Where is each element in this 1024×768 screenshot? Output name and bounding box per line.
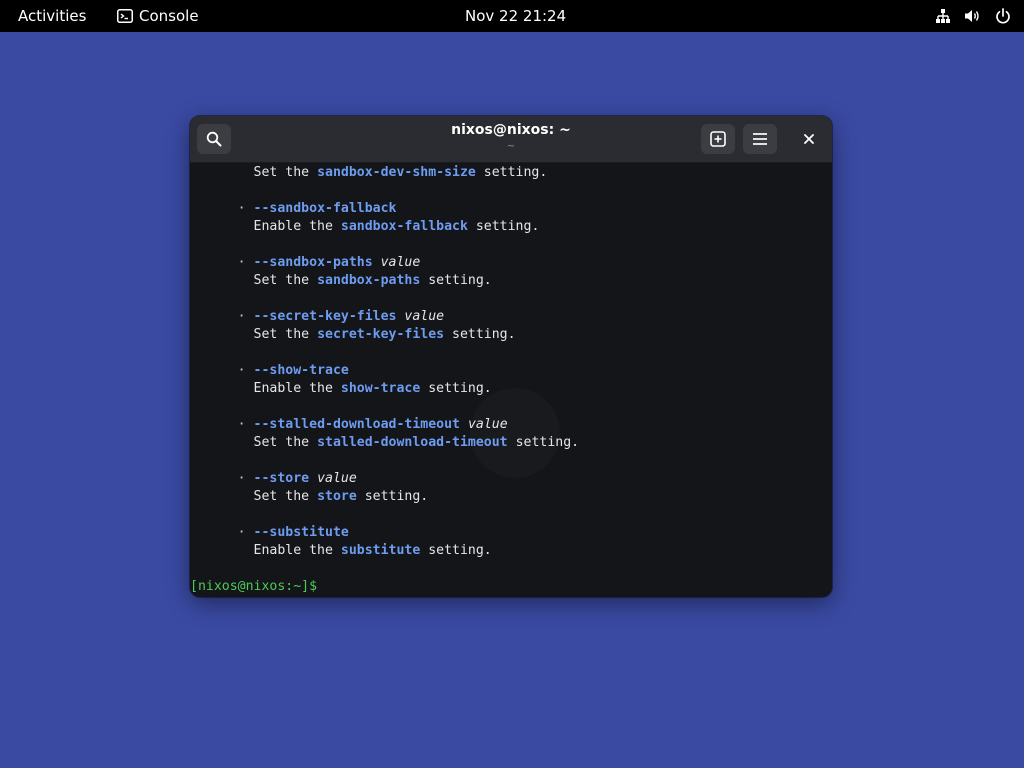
description-suffix: setting. xyxy=(444,327,516,342)
entry-description: Set the sandbox-dev-shm-size setting. xyxy=(190,164,548,182)
close-icon xyxy=(804,134,814,144)
clock[interactable]: Nov 22 21:24 xyxy=(465,0,566,32)
description-suffix: setting. xyxy=(420,381,492,396)
entry-description: Set the secret-key-files setting. xyxy=(190,326,516,344)
option-line: · --stalled-download-timeout value xyxy=(190,416,508,434)
option-flag: --store xyxy=(253,471,310,486)
option-flag: --sandbox-fallback xyxy=(253,201,397,216)
description-text: Enable the xyxy=(253,219,341,234)
option-line: · --sandbox-paths value xyxy=(190,254,421,272)
bullet: · xyxy=(237,363,246,378)
new-tab-icon xyxy=(710,131,726,147)
setting-name: sandbox-paths xyxy=(317,273,421,288)
option-flag: --secret-key-files xyxy=(253,309,397,324)
description-suffix: setting. xyxy=(356,489,429,504)
option-line: · --secret-key-files value xyxy=(190,308,444,326)
setting-name: sandbox-dev-shm-size xyxy=(317,165,476,180)
description-suffix: setting. xyxy=(467,219,540,234)
setting-name: substitute xyxy=(340,543,421,558)
shell-prompt-line[interactable]: [nixos@nixos:~]$ xyxy=(190,578,317,596)
bullet: · xyxy=(237,201,246,216)
entry-description: Enable the substitute setting. xyxy=(190,542,492,560)
bullet: · xyxy=(237,309,246,324)
option-flag: --substitute xyxy=(253,525,349,540)
option-argument: value xyxy=(467,417,508,432)
bullet: · xyxy=(237,525,246,540)
top-bar: Activities Console Nov 22 21:24 xyxy=(0,0,1024,32)
bullet: · xyxy=(237,417,246,432)
setting-name: stalled-download-timeout xyxy=(317,435,508,450)
option-line: · --show-trace xyxy=(190,362,349,380)
description-text: Set the xyxy=(253,327,318,342)
description-suffix: setting. xyxy=(475,165,548,180)
option-argument: value xyxy=(380,255,421,270)
description-text: Enable the xyxy=(253,381,341,396)
power-icon[interactable] xyxy=(994,7,1012,25)
app-menu-console[interactable]: Console xyxy=(117,0,199,32)
option-argument: value xyxy=(404,309,445,324)
description-text: Set the xyxy=(253,165,318,180)
description-text: Set the xyxy=(253,273,318,288)
terminal-window[interactable]: nixos@nixos: ~ ~ Set the sandbox-dev-shm… xyxy=(190,116,832,597)
app-name-label: Console xyxy=(139,7,199,25)
header-bar[interactable]: nixos@nixos: ~ ~ xyxy=(190,116,832,163)
option-flag: --show-trace xyxy=(253,363,349,378)
bullet: · xyxy=(237,471,246,486)
terminal-output[interactable]: Set the sandbox-dev-shm-size setting. · … xyxy=(190,163,832,597)
volume-icon[interactable] xyxy=(964,7,982,25)
activities-button[interactable]: Activities xyxy=(18,0,86,32)
option-argument: value xyxy=(317,471,357,486)
new-tab-button[interactable] xyxy=(701,124,735,154)
description-suffix: setting. xyxy=(420,543,492,558)
description-text: Set the xyxy=(253,435,318,450)
description-suffix: setting. xyxy=(507,435,580,450)
entry-description: Enable the show-trace setting. xyxy=(190,380,492,398)
terminal-icon xyxy=(117,9,133,23)
main-menu-button[interactable] xyxy=(743,124,777,154)
setting-name: secret-key-files xyxy=(317,327,445,342)
description-text: Set the xyxy=(253,489,318,504)
setting-name: sandbox-fallback xyxy=(340,219,468,234)
entry-description: Enable the sandbox-fallback setting. xyxy=(190,218,540,236)
window-subtitle: ~ xyxy=(506,141,516,152)
setting-name: show-trace xyxy=(340,381,421,396)
window-title: nixos@nixos: ~ xyxy=(451,122,571,138)
system-tray[interactable] xyxy=(934,0,1012,32)
bullet: · xyxy=(237,255,246,270)
hamburger-menu-icon xyxy=(752,132,768,146)
close-window-button[interactable] xyxy=(797,127,821,151)
entry-description: Set the sandbox-paths setting. xyxy=(190,272,492,290)
network-icon[interactable] xyxy=(934,7,952,25)
entry-description: Set the stalled-download-timeout setting… xyxy=(190,434,580,452)
setting-name: store xyxy=(317,489,357,504)
option-line: · --substitute xyxy=(190,524,349,542)
option-flag: --stalled-download-timeout xyxy=(253,417,460,432)
option-line: · --sandbox-fallback xyxy=(190,200,397,218)
shell-prompt: [nixos@nixos:~]$ xyxy=(190,579,318,594)
description-text: Enable the xyxy=(253,543,341,558)
option-flag: --sandbox-paths xyxy=(253,255,373,270)
option-line: · --store value xyxy=(190,470,357,488)
description-suffix: setting. xyxy=(420,273,492,288)
entry-description: Set the store setting. xyxy=(190,488,429,506)
